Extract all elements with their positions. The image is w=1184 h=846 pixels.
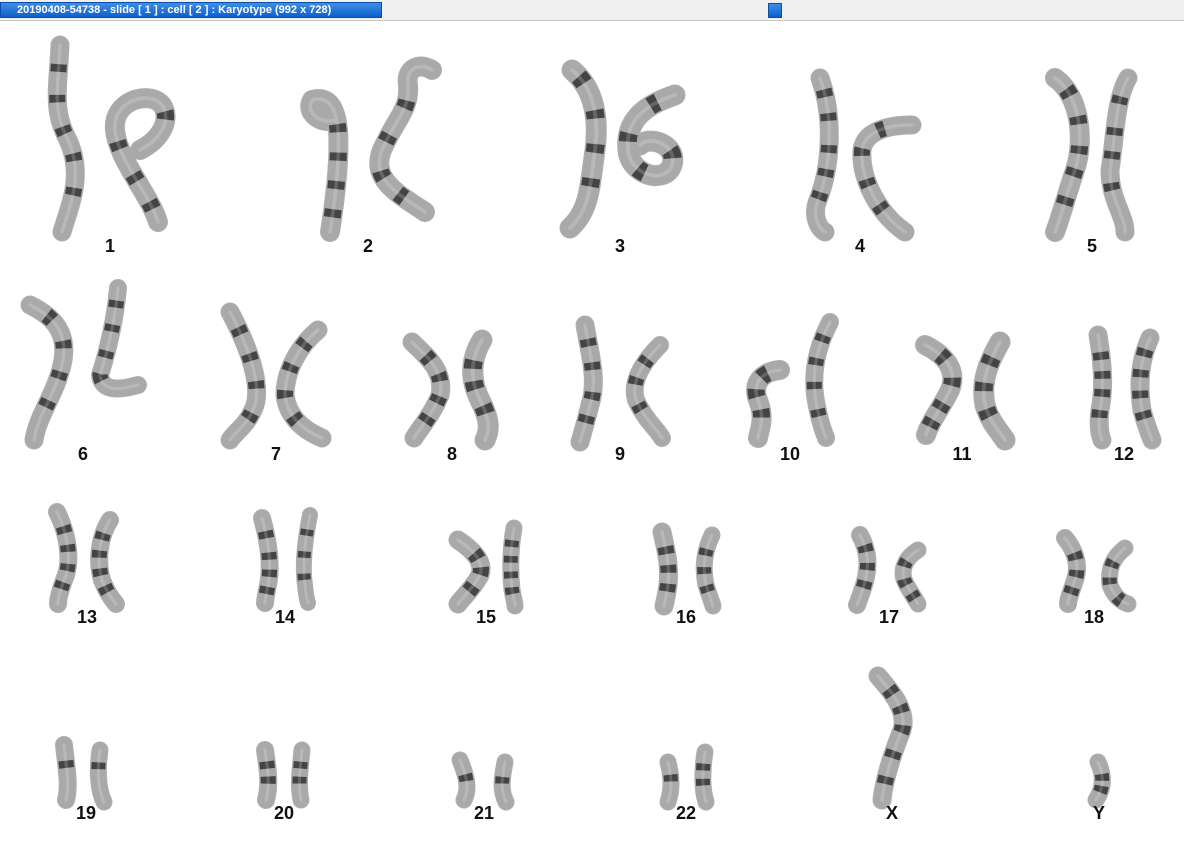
- chromosome-label-19: 19: [76, 803, 96, 823]
- chromosome-pair-3[interactable]: 3: [559, 59, 686, 256]
- chromatid-4-2[interactable]: [852, 115, 922, 242]
- chromosome-label-3: 3: [615, 236, 625, 256]
- chromosome-pair-1[interactable]: 1: [47, 35, 176, 256]
- chromatid-8-2[interactable]: [462, 329, 499, 451]
- chromosome-pair-16[interactable]: 16: [652, 522, 722, 627]
- chromatid-x-1[interactable]: [868, 666, 913, 810]
- chromosome-pair-21[interactable]: 21: [451, 751, 515, 823]
- chromosome-pair-6[interactable]: 6: [20, 279, 147, 464]
- chromatid-14-1[interactable]: [253, 509, 279, 612]
- chromatid-11-1[interactable]: [915, 335, 963, 445]
- chromosome-label-21: 21: [474, 803, 494, 823]
- chromatid-11-2[interactable]: [973, 331, 1016, 451]
- chromatid-16-1[interactable]: [652, 522, 678, 616]
- chromatid-12-1[interactable]: [1088, 325, 1113, 450]
- chromatid-16-2[interactable]: [695, 526, 722, 615]
- chromosome-pair-9[interactable]: 9: [570, 315, 671, 464]
- chromatid-6-1[interactable]: [20, 295, 74, 450]
- chromatid-13-1[interactable]: [48, 503, 78, 613]
- chromatid-17-1[interactable]: [848, 526, 877, 614]
- chromatid-14-2[interactable]: [295, 507, 318, 611]
- chromosome-pair-20[interactable]: 20: [256, 741, 311, 823]
- chromosome-pair-7[interactable]: 7: [220, 302, 332, 464]
- chromosome-label-2: 2: [363, 236, 373, 256]
- chromatid-13-2[interactable]: [90, 511, 125, 613]
- chromatid-18-1[interactable]: [1056, 529, 1086, 613]
- chromatid-10-2[interactable]: [805, 313, 839, 447]
- chromatid-19-2[interactable]: [89, 741, 113, 811]
- window-titlebar: 20190408-54738 - slide [ 1 ] : cell [ 2 …: [0, 0, 1184, 21]
- chromatid-4-1[interactable]: [806, 68, 839, 242]
- chromosome-pair-18[interactable]: 18: [1056, 529, 1137, 627]
- chromatid-12-2[interactable]: [1130, 328, 1162, 450]
- titlebar-scroll-thumb[interactable]: [768, 3, 782, 18]
- chromosome-label-5: 5: [1087, 236, 1097, 256]
- chromatid-3-1[interactable]: [559, 59, 607, 239]
- chromosome-label-1: 1: [105, 236, 115, 256]
- window-title-tab[interactable]: 20190408-54738 - slide [ 1 ] : cell [ 2 …: [0, 2, 382, 18]
- chromosome-label-18: 18: [1084, 607, 1104, 627]
- chromosome-label-7: 7: [271, 444, 281, 464]
- chromatid-3-2[interactable]: [617, 84, 686, 187]
- chromatid-22-2[interactable]: [694, 743, 715, 811]
- chromosome-pair-13[interactable]: 13: [48, 503, 125, 627]
- chromatid-2-2[interactable]: [369, 56, 442, 222]
- chromatid-22-1[interactable]: [659, 753, 680, 811]
- chromatid-1-2[interactable]: [104, 88, 176, 232]
- chromatid-17-2[interactable]: [894, 541, 927, 613]
- chromosome-label-10: 10: [780, 444, 800, 464]
- chromatid-7-2[interactable]: [275, 320, 332, 448]
- chromosome-pair-5[interactable]: 5: [1045, 68, 1138, 256]
- chromosome-label-16: 16: [676, 607, 696, 627]
- chromosome-label-20: 20: [274, 803, 294, 823]
- chromosome-pair-22[interactable]: 22: [659, 743, 715, 823]
- chromosome-label-x: X: [886, 803, 898, 823]
- chromatid-8-1[interactable]: [402, 332, 451, 448]
- chromatid-15-2[interactable]: [502, 519, 524, 615]
- chromosome-label-15: 15: [476, 607, 496, 627]
- chromosome-pair-11[interactable]: 11: [915, 331, 1016, 464]
- chromatid-21-2[interactable]: [493, 753, 515, 811]
- chromatid-9-1[interactable]: [570, 315, 603, 452]
- chromatid-20-1[interactable]: [256, 741, 278, 809]
- chromosome-pair-12[interactable]: 12: [1088, 325, 1162, 464]
- chromosome-label-8: 8: [447, 444, 457, 464]
- chromosome-label-14: 14: [275, 607, 295, 627]
- chromatid-21-1[interactable]: [451, 751, 476, 809]
- chromosome-label-9: 9: [615, 444, 625, 464]
- chromosome-label-4: 4: [855, 236, 865, 256]
- chromosome-pair-15[interactable]: 15: [448, 519, 524, 627]
- chromatid-y-1[interactable]: [1087, 753, 1111, 809]
- chromosome-label-13: 13: [77, 607, 97, 627]
- chromosome-pair-17[interactable]: 17: [848, 526, 927, 627]
- chromosome-label-17: 17: [879, 607, 899, 627]
- chromatid-18-2[interactable]: [1101, 539, 1137, 613]
- chromosome-pair-8[interactable]: 8: [402, 329, 499, 464]
- chromosome-pair-19[interactable]: 19: [55, 736, 113, 823]
- chromatid-10-1[interactable]: [746, 360, 790, 448]
- chromatid-5-1[interactable]: [1045, 68, 1090, 242]
- chromosome-pair-14[interactable]: 14: [253, 507, 318, 627]
- chromatid-20-2[interactable]: [290, 741, 311, 809]
- chromosome-label-12: 12: [1114, 444, 1134, 464]
- chromosome-pair-2[interactable]: 2: [300, 56, 442, 256]
- chromosome-label-6: 6: [78, 444, 88, 464]
- chromosome-label-11: 11: [952, 444, 971, 464]
- chromosome-pair-x[interactable]: X: [868, 666, 913, 823]
- chromatid-6-2[interactable]: [91, 279, 147, 398]
- chromosome-label-y: Y: [1093, 803, 1105, 823]
- chromatid-1-1[interactable]: [47, 35, 85, 242]
- chromosome-label-22: 22: [676, 803, 696, 823]
- chromatid-19-1[interactable]: [55, 736, 77, 809]
- chromatid-5-2[interactable]: [1100, 68, 1138, 242]
- chromosome-pair-10[interactable]: 10: [746, 313, 839, 464]
- chromosome-pair-y[interactable]: Y: [1087, 753, 1111, 823]
- chromatid-2-1[interactable]: [300, 89, 349, 242]
- karyotype-canvas: 1 2 3 4 56 7 8 9 10 11 1213 14 15 16 17 1819 20 21 22 X Y: [20, 35, 1162, 823]
- chromatid-7-1[interactable]: [220, 302, 267, 450]
- chromosome-pair-4[interactable]: 4: [806, 68, 922, 256]
- chromatid-9-2[interactable]: [625, 336, 671, 447]
- chromatid-15-1[interactable]: [448, 530, 491, 614]
